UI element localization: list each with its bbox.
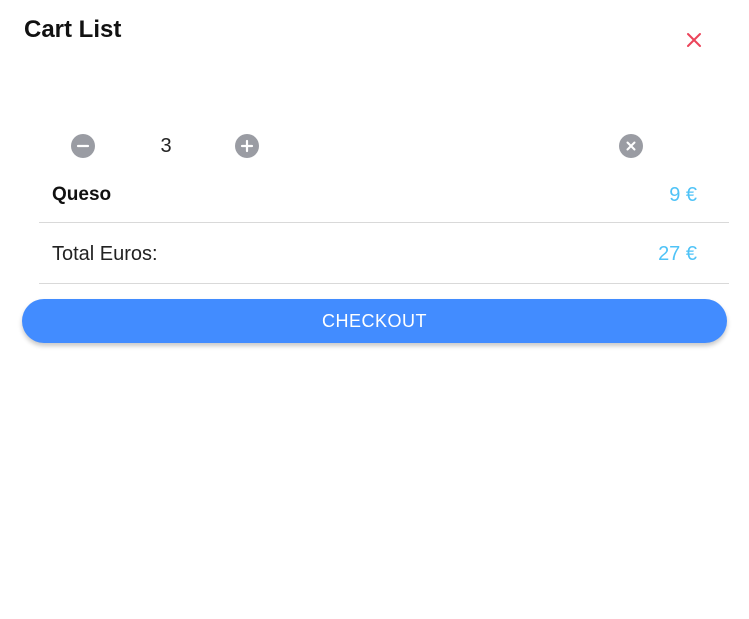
plus-icon	[240, 139, 254, 153]
item-price: 9 €	[669, 184, 697, 206]
checkout-button[interactable]: CHECKOUT	[22, 299, 727, 343]
cart-page: Cart List 3 Queso 9 € Total Euros: 27 € …	[0, 0, 749, 619]
item-name: Queso	[52, 184, 112, 205]
total-label: Total Euros:	[52, 243, 158, 265]
minus-icon	[76, 144, 90, 148]
close-button[interactable]	[680, 26, 708, 54]
quantity-row: 3	[0, 130, 749, 162]
quantity-value: 3	[160, 135, 172, 157]
remove-item-button[interactable]	[619, 134, 643, 158]
cart-item-row: Queso 9 €	[39, 170, 729, 223]
total-row: Total Euros: 27 €	[39, 223, 729, 284]
remove-icon	[626, 141, 636, 151]
decrease-quantity-button[interactable]	[71, 134, 95, 158]
close-icon	[687, 33, 701, 47]
increase-quantity-button[interactable]	[235, 134, 259, 158]
page-title: Cart List	[24, 16, 122, 43]
total-value: 27 €	[658, 243, 697, 265]
